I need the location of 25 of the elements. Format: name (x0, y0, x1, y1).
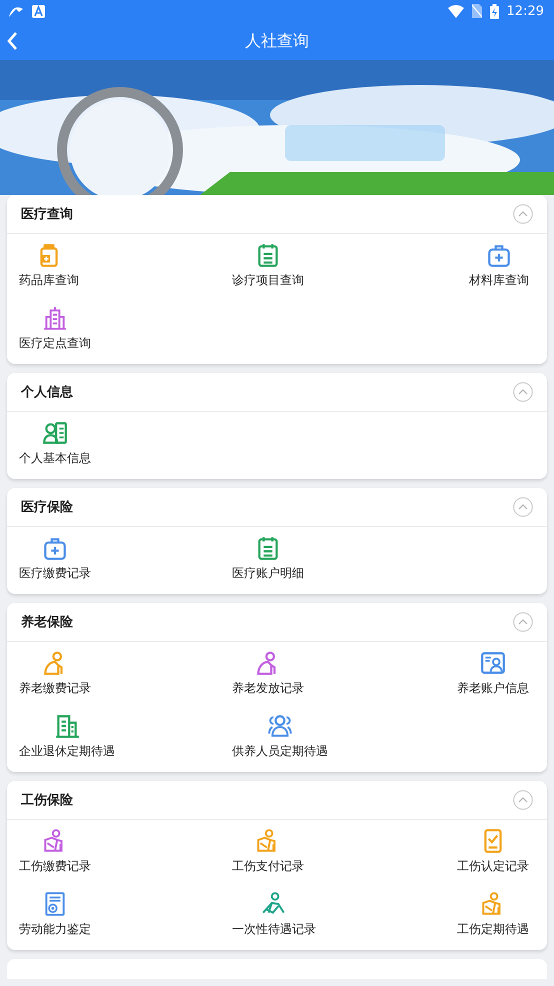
service-item[interactable]: 医疗定点查询 (19, 297, 91, 360)
section-title: 工伤保险 (21, 792, 73, 809)
service-item[interactable]: 医疗缴费记录 (19, 527, 91, 590)
service-item[interactable]: 医疗账户明细 (232, 527, 304, 590)
section-title: 医疗保险 (21, 498, 73, 516)
service-item[interactable]: 药品库查询 (19, 234, 79, 297)
service-item[interactable]: 工伤支付记录 (232, 820, 304, 883)
page-title: 人社查询 (245, 30, 309, 52)
section-title: 个人信息 (21, 384, 73, 401)
service-item[interactable]: 养老发放记录 (232, 642, 304, 705)
service-item[interactable]: 个人基本信息 (19, 412, 91, 475)
section-title: 医疗查询 (21, 206, 73, 223)
service-item[interactable]: 诊疗项目查询 (232, 234, 304, 297)
clock-time: 12:29 (506, 4, 544, 18)
service-item[interactable]: 企业退休定期待遇 (19, 705, 115, 768)
service-item[interactable]: 一次性待遇记录 (232, 883, 316, 946)
section-title: 养老保险 (21, 614, 73, 631)
service-item[interactable]: 工伤定期待遇 (457, 883, 529, 946)
service-item[interactable]: 供养人员定期待遇 (232, 705, 328, 768)
service-item[interactable]: 养老账户信息 (457, 642, 529, 705)
service-item[interactable]: 劳动能力鉴定 (19, 883, 91, 946)
service-item[interactable]: 工伤缴费记录 (19, 820, 91, 883)
service-item[interactable]: 工伤认定记录 (457, 820, 529, 883)
service-item[interactable]: 养老缴费记录 (19, 642, 91, 705)
service-item[interactable]: 材料库查询 (469, 234, 529, 297)
